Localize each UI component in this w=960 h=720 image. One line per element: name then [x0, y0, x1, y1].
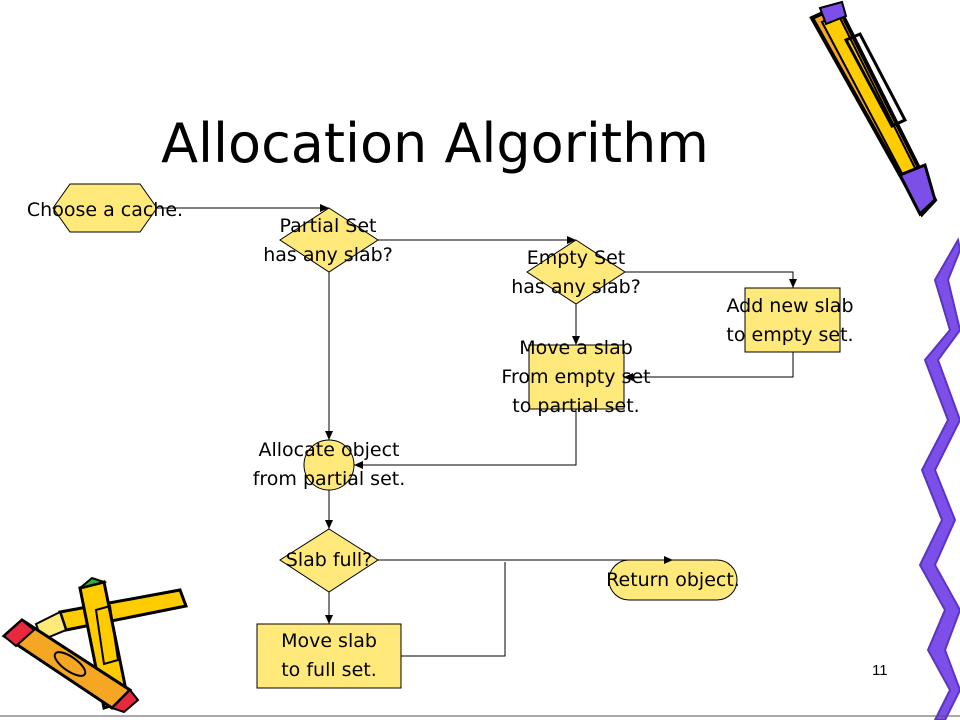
partial-set-label: Partial Set has any slab?	[263, 215, 393, 266]
empty-set-label: Empty Set has any slab?	[511, 247, 641, 298]
slab-full-label: Slab full?	[285, 549, 373, 571]
move-slab-full-label: Move slab to full set.	[281, 630, 377, 681]
page-number: 11	[872, 662, 888, 679]
add-new-slab-label: Add new slab to empty set.	[726, 295, 854, 346]
allocate-object-label: Allocate object from partial set.	[252, 439, 406, 490]
purple-ribbon-icon	[918, 237, 960, 720]
pencil-icon	[809, 0, 938, 218]
return-object-label: Return object.	[606, 569, 740, 591]
choose-cache-label: Choose a cache.	[26, 199, 184, 221]
crayons-icon	[1, 576, 189, 714]
move-slab-label: Move a slab From empty set to partial se…	[501, 337, 651, 417]
slide: Allocation Algorithm Choose a cache. Par…	[0, 0, 960, 720]
line-moveslab-to-return	[401, 562, 506, 657]
slide-title: Allocation Algorithm	[161, 112, 709, 175]
